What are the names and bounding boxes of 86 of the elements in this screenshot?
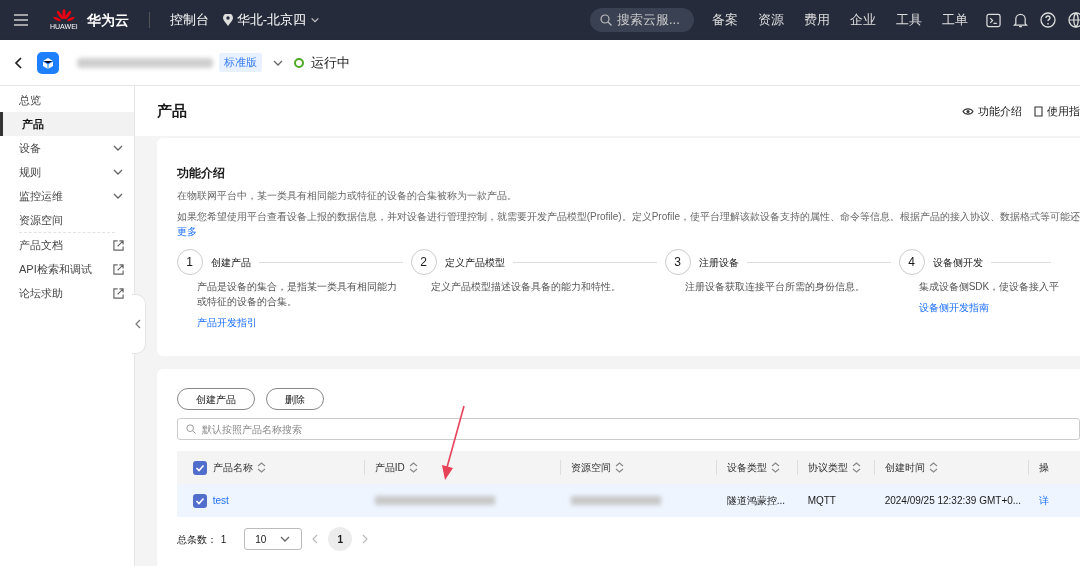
sidebar-item[interactable]: 规则 <box>0 160 134 184</box>
product-name-link[interactable]: test <box>212 493 229 508</box>
section-title: 功能介绍 <box>176 165 226 182</box>
page-button[interactable]: 1 <box>328 527 353 551</box>
collapse-handle[interactable] <box>131 294 146 354</box>
total-count: 1 <box>220 532 227 547</box>
flower-logo-icon <box>52 9 75 23</box>
sidebar-item[interactable]: API检索和调试 <box>0 257 134 281</box>
next-page-icon[interactable] <box>362 534 369 544</box>
column-header: 产品名称 <box>212 461 253 475</box>
page-size-select[interactable]: 10 <box>244 528 303 550</box>
more-link[interactable]: 更多 <box>176 224 1080 239</box>
sidebar-item[interactable]: 产品文档 <box>0 233 134 257</box>
top-menu-item[interactable]: 费用 <box>804 10 830 30</box>
step-title: 创建产品 <box>210 255 251 270</box>
step-description: 产品是设备的集合，是指某一类具有相同能力或特征的设备的合集。 <box>196 280 397 309</box>
external-link-icon <box>112 239 124 251</box>
status-text: 运行中 <box>311 53 350 72</box>
intro-paragraph: 如果您希望使用平台查看设备上报的数据信息，并对设备进行管理控制，就需要开发产品模型(Profile)。定义Profile，使平台理解该款设备支持的属性、命令等信息。根据产品的接入协议、数据格式等可能还 <box>176 210 1080 224</box>
total-label: 总条数： <box>176 532 217 547</box>
menu-icon[interactable] <box>14 14 28 26</box>
column-header: 协议类型 <box>807 461 848 475</box>
top-menu-item[interactable]: 备案 <box>712 10 738 30</box>
column-header: 资源空间 <box>570 461 611 475</box>
sort-icon[interactable] <box>614 462 624 473</box>
top-menu-item[interactable]: 工单 <box>942 10 968 30</box>
checkmark-icon <box>194 462 205 473</box>
step-title: 设备侧开发 <box>932 255 983 270</box>
search-field[interactable]: 默认按照产品名称搜索 <box>176 418 1080 440</box>
brand-name: 华为云 <box>86 10 129 30</box>
sidebar-item[interactable]: 设备 <box>0 136 134 160</box>
sort-icon[interactable] <box>770 462 780 473</box>
search-field[interactable]: 搜索云服... <box>590 8 694 32</box>
column-header: 设备类型 <box>726 461 767 475</box>
top-menu-item[interactable]: 资源 <box>758 10 784 30</box>
help-icon[interactable] <box>1040 12 1056 28</box>
edition-badge: 标准版 <box>219 53 262 72</box>
terminal-icon[interactable] <box>986 12 1001 28</box>
globe-icon[interactable] <box>1068 12 1080 28</box>
previous-page-icon[interactable] <box>312 534 319 544</box>
details-link[interactable]: 详 <box>1038 495 1049 506</box>
search-icon <box>600 14 612 26</box>
help-link[interactable]: 功能介绍 <box>962 102 1022 120</box>
step-title: 注册设备 <box>698 255 739 270</box>
top-menu-item[interactable]: 工具 <box>896 10 922 30</box>
step-link[interactable]: 设备侧开发指南 <box>918 300 1059 315</box>
intro-paragraph: 在物联网平台中，某一类具有相同能力或特征的设备的合集被称为一款产品。 <box>176 189 518 203</box>
sort-icon[interactable] <box>256 462 266 473</box>
column-header: 操 <box>1038 461 1049 475</box>
sidebar-item[interactable]: 监控运维 <box>0 184 134 208</box>
bell-icon[interactable] <box>1013 12 1028 28</box>
step-link[interactable]: 产品开发指引 <box>196 315 411 330</box>
app-logo-icon <box>37 51 59 74</box>
help-link[interactable]: 使用指 <box>1034 102 1080 120</box>
back-icon[interactable] <box>14 56 23 69</box>
eye-icon <box>962 106 974 116</box>
search-icon <box>185 424 196 434</box>
status-ring-icon <box>294 57 304 68</box>
column-header: 产品ID <box>374 461 405 475</box>
top-menu-item[interactable]: 企业 <box>850 10 876 30</box>
step-title: 定义产品模型 <box>444 255 505 270</box>
region-selector[interactable]: 华北-北京四 <box>222 10 321 30</box>
step-description: 集成设备侧SDK，使设备接入平 <box>918 280 1061 294</box>
checkmark-icon <box>194 495 205 506</box>
chevron-down-icon <box>310 15 321 25</box>
map-pin-icon <box>222 14 233 26</box>
sort-icon[interactable] <box>408 462 418 473</box>
table-cell: 隧道鸿蒙控... <box>726 495 785 506</box>
console-link[interactable]: 控制台 <box>169 10 209 30</box>
page-title: 产品 <box>156 100 188 121</box>
table-cell: MQTT <box>807 495 836 506</box>
step-description: 定义产品模型描述设备具备的能力和特性。 <box>430 280 622 294</box>
document-icon <box>1034 105 1043 117</box>
sidebar-item[interactable]: 资源空间 <box>0 208 134 232</box>
external-link-icon <box>112 263 124 275</box>
table-cell: 2024/09/25 12:32:39 GMT+0... <box>884 495 1022 506</box>
step-description: 注册设备获取连接平台所需的身份信息。 <box>684 280 866 294</box>
sort-icon[interactable] <box>851 462 861 473</box>
sidebar-item[interactable]: 论坛求助 <box>0 281 134 305</box>
sidebar-item[interactable]: 产品 <box>0 112 134 136</box>
sidebar-item[interactable]: 总览 <box>0 88 134 112</box>
column-header: 创建时间 <box>884 461 925 475</box>
external-link-icon <box>112 287 124 299</box>
checkbox[interactable] <box>192 460 207 475</box>
checkbox[interactable] <box>192 493 207 508</box>
sort-icon[interactable] <box>928 462 938 473</box>
